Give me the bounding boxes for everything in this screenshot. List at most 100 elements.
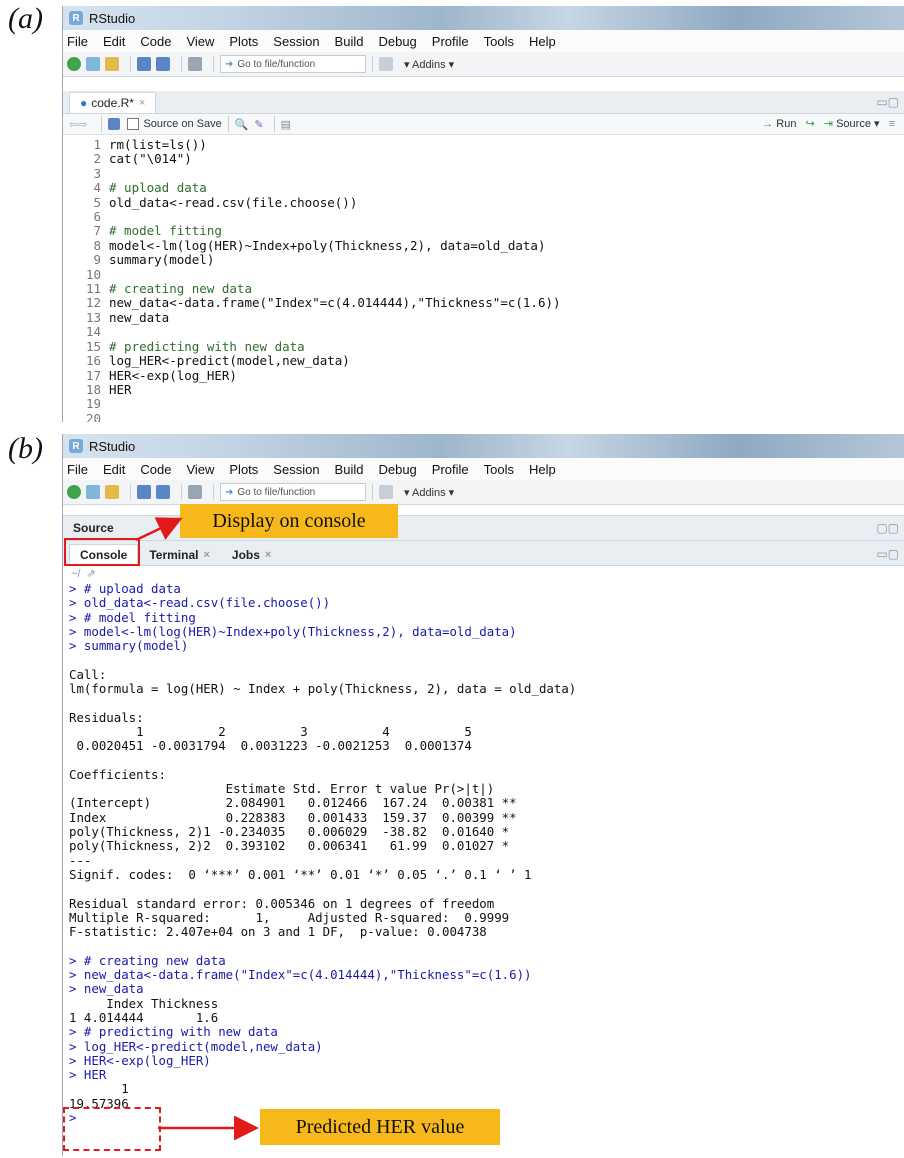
save-all-icon[interactable] [156, 57, 170, 71]
menu-code[interactable]: Code [140, 34, 171, 49]
goto-file-input[interactable]: ➜ Go to file/function [220, 55, 366, 73]
code-line[interactable]: 20 [63, 410, 904, 422]
open-file-icon[interactable] [105, 57, 119, 71]
code-line[interactable]: 19 [63, 396, 904, 411]
code-line[interactable]: 10 [63, 267, 904, 282]
code-text: # model fitting [109, 223, 222, 239]
menu-tools[interactable]: Tools [484, 462, 514, 477]
addins-menu[interactable]: ▾ Addins ▾ [404, 486, 454, 499]
save-all-icon[interactable] [156, 485, 170, 499]
addins-menu[interactable]: ▾ Addins ▾ [404, 58, 454, 71]
code-line[interactable]: 6 [63, 209, 904, 224]
menu-help[interactable]: Help [529, 34, 556, 49]
close-icon[interactable]: × [139, 97, 145, 109]
code-editor[interactable]: 1 rm(list=ls()) 2 cat("\014") 3 4 # upload dat… [63, 135, 904, 422]
magic-wand-icon[interactable]: ✎ [254, 118, 263, 131]
new-file-icon[interactable] [67, 57, 81, 71]
menu-profile[interactable]: Profile [432, 462, 469, 477]
code-line[interactable]: 9 summary(model) [63, 252, 904, 268]
code-line[interactable]: 2 cat("\014") [63, 151, 904, 166]
console-output[interactable]: > # upload data > old_data<-read.csv(file… [63, 581, 904, 1125]
code-line[interactable]: 11 # creating new data [63, 281, 904, 297]
grid-icon[interactable] [379, 485, 393, 499]
rerun-icon[interactable]: ↪ [806, 118, 815, 130]
menu-help[interactable]: Help [529, 462, 556, 477]
working-directory[interactable]: ~/ [71, 568, 80, 580]
save-icon[interactable] [137, 485, 151, 499]
outline-icon[interactable]: ▤ [281, 118, 291, 131]
menu-tools[interactable]: Tools [484, 34, 514, 49]
code-line[interactable]: 5 old_data<-read.csv(file.choose()) [63, 194, 904, 210]
code-line[interactable]: 16 log_HER<-predict(model,new_data) [63, 353, 904, 368]
menu-debug[interactable]: Debug [378, 462, 416, 477]
save-icon[interactable] [137, 57, 151, 71]
code-line[interactable]: 3 [63, 166, 904, 181]
r-file-icon: ● [80, 96, 88, 110]
line-number: 20 [85, 410, 101, 422]
rstudio-logo-icon: R [69, 439, 83, 453]
code-line[interactable]: 4 # upload data [63, 180, 904, 195]
restore-icon[interactable]: ▢▢ [876, 521, 899, 535]
print-icon[interactable] [188, 57, 202, 71]
close-icon[interactable]: × [203, 549, 209, 561]
menu-code[interactable]: Code [140, 462, 171, 477]
minimize-maximize-icon[interactable]: ▭▢ [876, 95, 899, 109]
open-file-icon[interactable] [105, 485, 119, 499]
menu-debug[interactable]: Debug [378, 34, 416, 49]
code-line[interactable]: 8 model<-lm(log(HER)~Index+poly(Thickness… [63, 238, 904, 253]
tab-code-r[interactable]: ● code.R* × [69, 92, 157, 113]
source-pane-title[interactable]: Source [73, 521, 114, 535]
tab-jobs[interactable]: Jobs × [221, 544, 282, 565]
menu-session[interactable]: Session [273, 462, 319, 477]
code-line[interactable]: 12 new_data<-data.frame("Index"=c(4.01444… [63, 295, 904, 311]
code-line[interactable]: 15 # predicting with new data [63, 338, 904, 354]
run-button[interactable]: Run [776, 118, 796, 130]
code-line[interactable]: 14 [63, 324, 904, 339]
line-number: 9 [93, 252, 101, 268]
arrow-right-icon: ➜ [225, 58, 234, 70]
console-command-line: > model<-lm(log(HER)~Index+poly(Thicknes… [69, 623, 517, 639]
menu-lines-icon[interactable]: ≡ [889, 118, 895, 130]
menu-plots[interactable]: Plots [229, 34, 258, 49]
save-editor-icon[interactable] [108, 118, 121, 130]
source-button[interactable]: Source [836, 118, 871, 130]
new-project-icon[interactable] [86, 57, 100, 71]
main-toolbar: ➜ Go to file/function ▾ Addins ▾ [63, 52, 904, 77]
line-number: 5 [93, 194, 101, 210]
code-line[interactable]: 1 rm(list=ls()) [63, 137, 904, 152]
tab-terminal[interactable]: Terminal × [138, 544, 221, 565]
menu-file[interactable]: File [67, 34, 88, 49]
menu-view[interactable]: View [186, 462, 214, 477]
new-file-icon[interactable] [67, 485, 81, 499]
new-project-icon[interactable] [86, 485, 100, 499]
go-to-directory-icon[interactable]: ⇗ [87, 568, 96, 580]
menu-edit[interactable]: Edit [103, 462, 125, 477]
code-line[interactable]: 13 new_data [63, 310, 904, 325]
line-number: 12 [85, 295, 101, 311]
code-text: # creating new data [109, 281, 252, 297]
menu-view[interactable]: View [186, 34, 214, 49]
menu-build[interactable]: Build [335, 462, 364, 477]
title-bar: R RStudio [63, 6, 904, 30]
menu-build[interactable]: Build [335, 34, 364, 49]
goto-file-input[interactable]: ➜ Go to file/function [220, 483, 366, 501]
code-line[interactable]: 17 HER<-exp(log_HER) [63, 368, 904, 383]
code-line[interactable]: 18 HER [63, 382, 904, 397]
search-icon[interactable]: 🔍 [235, 118, 249, 131]
console-command-line: > # creating new data [69, 952, 226, 968]
source-on-save-checkbox[interactable] [127, 118, 140, 130]
minimize-maximize-icon[interactable]: ▭▢ [876, 547, 899, 561]
print-icon[interactable] [188, 485, 202, 499]
menu-file[interactable]: File [67, 462, 88, 477]
menu-session[interactable]: Session [273, 34, 319, 49]
console-output-line: 1 [69, 1081, 137, 1097]
grid-icon[interactable] [379, 57, 393, 71]
menu-edit[interactable]: Edit [103, 34, 125, 49]
back-forward-icon[interactable]: ⇦⇨ [69, 118, 87, 131]
code-text: # predicting with new data [109, 338, 305, 354]
close-icon[interactable]: × [265, 549, 271, 561]
menu-plots[interactable]: Plots [229, 462, 258, 477]
code-line[interactable]: 7 # model fitting [63, 223, 904, 239]
menu-profile[interactable]: Profile [432, 34, 469, 49]
